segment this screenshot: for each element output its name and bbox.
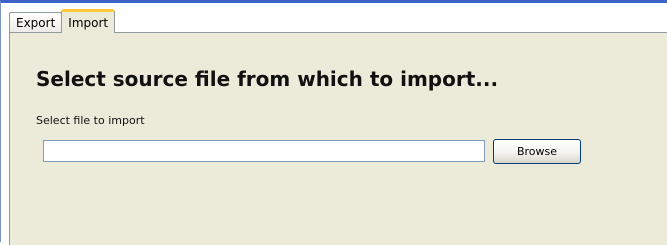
page-title: Select source file from which to import.… — [36, 67, 499, 91]
import-panel: Select source file from which to import.… — [9, 32, 667, 245]
import-export-window: Export Import Select source file from wh… — [0, 0, 667, 245]
file-field-label: Select file to import — [36, 114, 145, 127]
tab-strip: Export Import — [9, 9, 116, 33]
tab-import[interactable]: Import — [61, 9, 116, 33]
browse-button[interactable]: Browse — [493, 139, 581, 164]
tab-export[interactable]: Export — [9, 12, 63, 33]
file-path-input[interactable] — [43, 140, 485, 162]
